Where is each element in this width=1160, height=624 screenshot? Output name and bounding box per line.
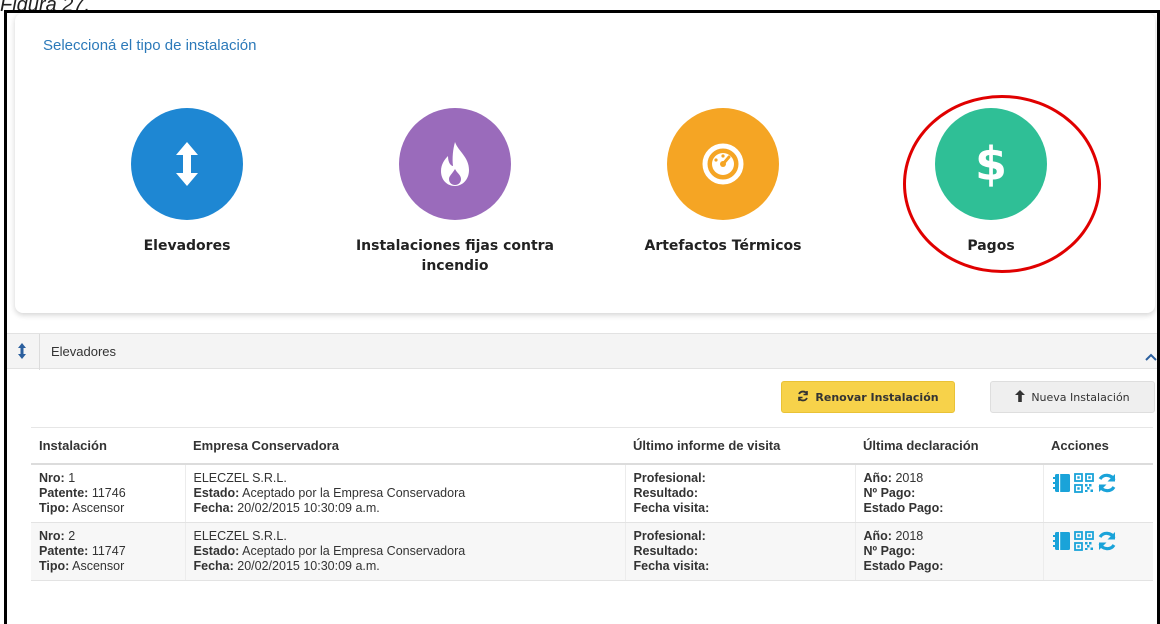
label-estado: Estado:: [193, 486, 240, 500]
label-nro-pago: Nº Pago:: [863, 544, 916, 558]
renovar-instalacion-button[interactable]: Renovar Instalación: [781, 381, 955, 413]
label-fecha-visita: Fecha visita:: [633, 559, 710, 573]
label-anio: Año:: [863, 471, 892, 485]
value-patente: 11746: [91, 486, 126, 500]
label-fecha: Fecha:: [193, 559, 234, 573]
value-nro: 1: [68, 471, 76, 485]
value-empresa: ELECZEL S.R.L.: [193, 529, 287, 543]
type-label-incendio: Instalaciones fijas contra incendio: [355, 238, 555, 274]
cell-ultima-declaracion: Año: 2018 Nº Pago: Estado Pago:: [854, 522, 1043, 581]
label-tipo: Tipo:: [39, 559, 70, 573]
table-row: Nro: 2 Patente: 11747 Tipo: Ascensor ELE…: [31, 522, 1153, 581]
refresh-icon[interactable]: [1096, 473, 1118, 497]
col-empresa: Empresa Conservadora: [185, 427, 625, 465]
installations-table: Instalación Empresa Conservadora Último …: [31, 427, 1153, 581]
label-resultado: Resultado:: [633, 544, 699, 558]
type-artefactos[interactable]: Artefactos Térmicos: [613, 108, 833, 256]
label-estado-pago: Estado Pago:: [863, 501, 944, 515]
label-nro-pago: Nº Pago:: [863, 486, 916, 500]
value-fecha: 20/02/2015 10:30:09 a.m.: [237, 559, 380, 573]
fire-icon: [399, 108, 511, 220]
notebook-icon[interactable]: [1052, 531, 1072, 555]
value-estado: Aceptado por la Empresa Conservadora: [242, 486, 466, 500]
refresh-icon[interactable]: [1096, 531, 1118, 555]
type-elevadores[interactable]: Elevadores: [77, 108, 297, 256]
col-instalacion: Instalación: [31, 427, 185, 465]
installation-type-title: Seleccioná el tipo de instalación: [43, 37, 257, 54]
label-fecha-visita: Fecha visita:: [633, 501, 710, 515]
nueva-instalacion-button[interactable]: Nueva Instalación: [990, 381, 1155, 413]
label-nro: Nro:: [39, 471, 65, 485]
up-down-arrow-icon: [17, 343, 27, 363]
renovar-label: Renovar Instalación: [815, 390, 939, 404]
label-anio: Año:: [863, 529, 892, 543]
col-acciones: Acciones: [1043, 427, 1153, 465]
value-anio: 2018: [895, 471, 924, 485]
type-label-artefactos: Artefactos Térmicos: [644, 238, 802, 254]
qr-code-icon[interactable]: [1073, 473, 1094, 497]
label-estado-pago: Estado Pago:: [863, 559, 944, 573]
label-profesional: Profesional:: [633, 471, 706, 485]
value-empresa: ELECZEL S.R.L.: [193, 471, 287, 485]
label-fecha: Fecha:: [193, 501, 234, 515]
label-profesional: Profesional:: [633, 529, 706, 543]
value-nro: 2: [68, 529, 76, 543]
app-frame: Seleccioná el tipo de instalación Elevad…: [4, 10, 1160, 624]
gauge-icon: [667, 108, 779, 220]
value-tipo: Ascensor: [72, 501, 125, 515]
type-incendio[interactable]: Instalaciones fijas contra incendio: [345, 108, 565, 276]
cell-empresa: ELECZEL S.R.L. Estado: Aceptado por la E…: [184, 522, 625, 581]
installation-type-card: Seleccioná el tipo de instalación Elevad…: [15, 13, 1155, 313]
table-header-row: Instalación Empresa Conservadora Último …: [31, 427, 1153, 465]
value-tipo: Ascensor: [72, 559, 125, 573]
highlight-ring: [903, 95, 1101, 273]
cell-ultima-declaracion: Año: 2018 Nº Pago: Estado Pago:: [854, 463, 1043, 523]
accordion-header-elevadores[interactable]: Elevadores: [7, 333, 1157, 370]
nueva-label: Nueva Instalación: [1031, 390, 1130, 404]
qr-code-icon[interactable]: [1073, 531, 1094, 555]
cell-instalacion: Nro: 1 Patente: 11746 Tipo: Ascensor: [31, 463, 185, 523]
value-fecha: 20/02/2015 10:30:09 a.m.: [237, 501, 380, 515]
label-patente: Patente:: [39, 486, 89, 500]
col-ultimo-informe: Último informe de visita: [625, 427, 855, 465]
cell-ultimo-informe: Profesional: Resultado: Fecha visita:: [624, 463, 855, 523]
label-nro: Nro:: [39, 529, 65, 543]
value-patente: 11747: [91, 544, 126, 558]
chevron-up-icon[interactable]: [1145, 346, 1157, 365]
value-estado: Aceptado por la Empresa Conservadora: [242, 544, 466, 558]
value-anio: 2018: [895, 529, 924, 543]
up-down-arrow-icon: [131, 108, 243, 220]
arrow-up-icon: [1015, 389, 1026, 405]
refresh-icon: [797, 390, 809, 405]
cell-instalacion: Nro: 2 Patente: 11747 Tipo: Ascensor: [31, 522, 185, 581]
label-tipo: Tipo:: [39, 501, 70, 515]
cell-acciones: [1042, 463, 1153, 523]
table-row: Nro: 1 Patente: 11746 Tipo: Ascensor ELE…: [31, 463, 1153, 523]
cell-empresa: ELECZEL S.R.L. Estado: Aceptado por la E…: [184, 463, 625, 523]
accordion-title: Elevadores: [51, 344, 117, 359]
notebook-icon[interactable]: [1052, 473, 1072, 497]
col-ultima-declaracion: Última declaración: [855, 427, 1043, 465]
accordion-separator: [39, 334, 40, 370]
label-resultado: Resultado:: [633, 486, 699, 500]
label-patente: Patente:: [39, 544, 89, 558]
label-estado: Estado:: [193, 544, 240, 558]
cell-ultimo-informe: Profesional: Resultado: Fecha visita:: [624, 522, 855, 581]
cell-acciones: [1042, 522, 1153, 581]
type-label-elevadores: Elevadores: [143, 238, 231, 254]
